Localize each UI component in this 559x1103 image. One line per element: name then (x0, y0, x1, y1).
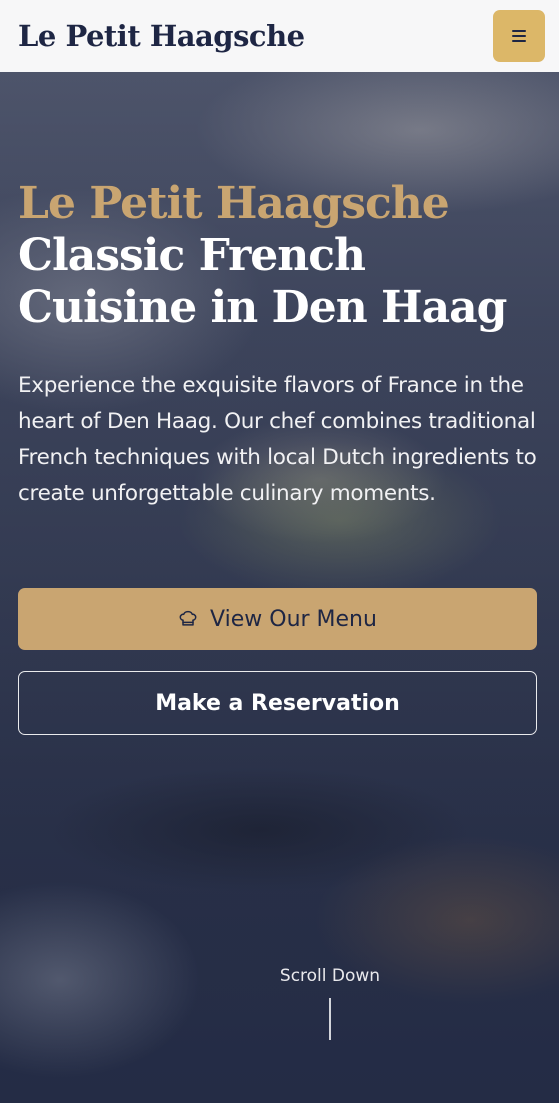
chef-hat-icon (179, 610, 197, 626)
menu-button[interactable] (493, 10, 545, 62)
navbar: Le Petit Haagsche (0, 0, 559, 72)
hamburger-icon (512, 30, 526, 42)
hero-overlay (0, 0, 559, 1103)
hero-title: Le Petit Haagsche Classic French Cuisine… (18, 178, 538, 334)
hero-title-accent: Le Petit Haagsche (18, 178, 450, 229)
make-reservation-label: Make a Reservation (155, 690, 400, 716)
hero-title-main: Classic French Cuisine in Den Haag (18, 230, 507, 333)
scroll-down-indicator[interactable]: Scroll Down (250, 966, 410, 1040)
brand-logo[interactable]: Le Petit Haagsche (18, 19, 305, 53)
scroll-line-icon (329, 998, 331, 1040)
hero-content: Le Petit Haagsche Classic French Cuisine… (18, 178, 538, 512)
scroll-down-label: Scroll Down (279, 966, 381, 986)
hero-description: Experience the exquisite flavors of Fran… (18, 373, 537, 506)
view-menu-button[interactable]: View Our Menu (18, 588, 537, 650)
view-menu-label: View Our Menu (210, 606, 377, 632)
hero-background-image (0, 0, 559, 1103)
make-reservation-button[interactable]: Make a Reservation (18, 671, 537, 735)
